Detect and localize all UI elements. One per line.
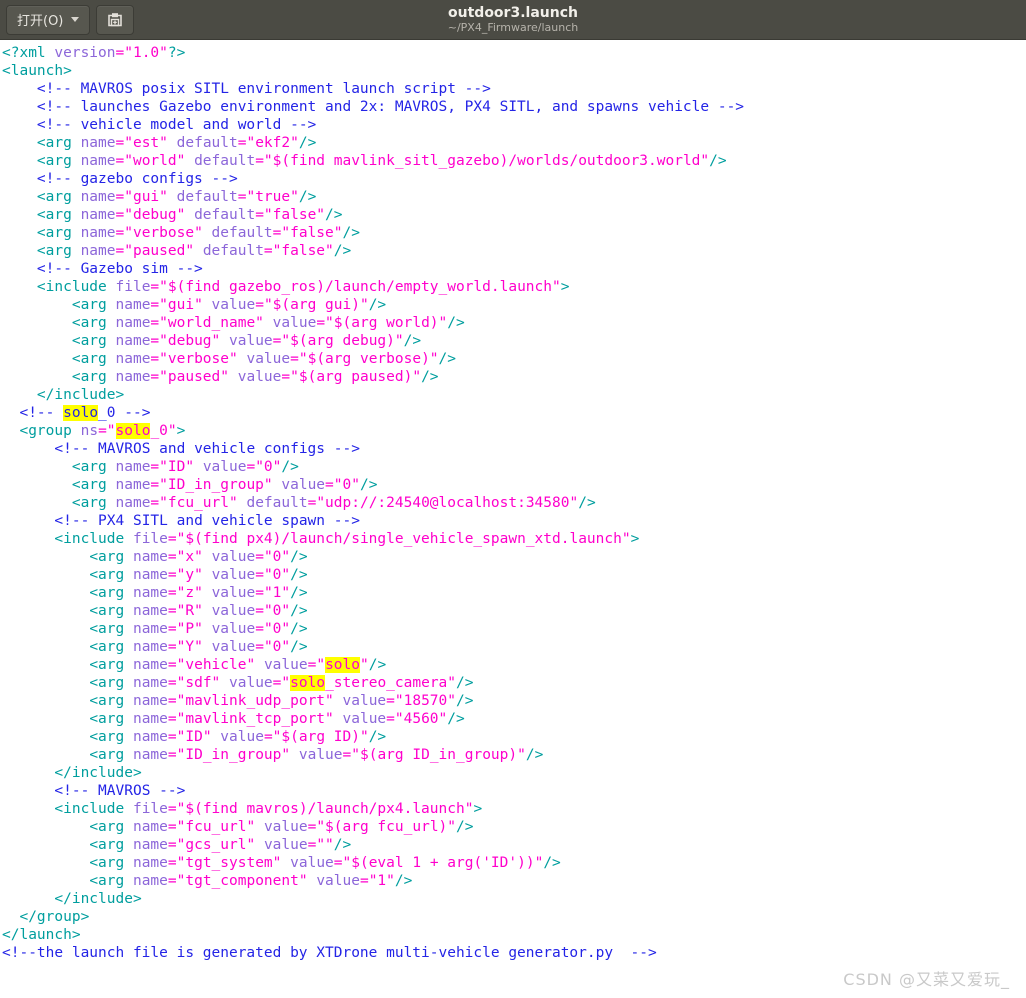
code-line: <arg name="tgt_component" value="1"/> bbox=[89, 873, 413, 889]
window-subtitle-path: ~/PX4_Firmware/launch bbox=[447, 20, 579, 34]
code-line: <group ns="solo_0"> bbox=[19, 423, 186, 439]
code-line: </group> bbox=[19, 909, 90, 925]
code-line: <arg name="verbose" default="false"/> bbox=[36, 225, 360, 241]
code-line: <arg name="paused" default="false"/> bbox=[36, 243, 352, 259]
code-line: <include file="$(find px4)/launch/single… bbox=[54, 531, 640, 547]
code-line: <launch> bbox=[2, 63, 72, 79]
code-line: <arg name="tgt_system" value="$(eval 1 +… bbox=[89, 855, 561, 871]
code-line: <arg name="debug" value="$(arg debug)"/> bbox=[71, 333, 422, 349]
code-line: <arg name="P" value="0"/> bbox=[89, 621, 308, 637]
code-line: <arg name="world" default="$(find mavlin… bbox=[36, 153, 727, 169]
code-line: <arg name="gcs_url" value=""/> bbox=[89, 837, 352, 853]
code-line: <!-- MAVROS and vehicle configs --> bbox=[54, 441, 360, 457]
save-file-button[interactable] bbox=[96, 4, 135, 35]
code-line: <arg name="ID" value="$(arg ID)"/> bbox=[89, 729, 387, 745]
code-line: </launch> bbox=[2, 927, 81, 943]
code-line: <arg name="vehicle" value="solo"/> bbox=[89, 657, 387, 673]
code-line: <!-- launches Gazebo environment and 2x:… bbox=[36, 99, 745, 115]
code-line: </include> bbox=[54, 891, 142, 907]
code-line: <!-- MAVROS --> bbox=[54, 783, 186, 799]
titlebar-title-block: outdoor3.launch ~/PX4_Firmware/launch bbox=[0, 0, 1026, 39]
code-line: </include> bbox=[36, 387, 125, 403]
code-line: <!-- gazebo configs --> bbox=[36, 171, 238, 187]
xml-source-code[interactable]: <?xml version="1.0"?> <launch> <!-- MAVRO… bbox=[0, 44, 1026, 962]
csdn-watermark: CSDN @又菜又爱玩_ bbox=[843, 970, 1010, 989]
code-line: <arg name="sdf" value="solo_stereo_camer… bbox=[89, 675, 474, 691]
code-line: <!-- MAVROS posix SITL environment launc… bbox=[36, 81, 491, 97]
code-line: <arg name="fcu_url" value="$(arg fcu_url… bbox=[89, 819, 474, 835]
code-line: <arg name="world_name" value="$(arg worl… bbox=[71, 315, 465, 331]
text-editor-area[interactable]: <?xml version="1.0"?> <launch> <!-- MAVRO… bbox=[0, 40, 1026, 998]
code-line: <!-- Gazebo sim --> bbox=[36, 261, 203, 277]
code-line: <!-- solo_0 --> bbox=[19, 405, 151, 421]
code-line: <arg name="Y" value="0"/> bbox=[89, 639, 308, 655]
code-line: <arg name="ID" value="0"/> bbox=[71, 459, 299, 475]
code-line: <arg name="mavlink_tcp_port" value="4560… bbox=[89, 711, 465, 727]
code-line: <include file="$(find mavros)/launch/px4… bbox=[54, 801, 483, 817]
code-line: <arg name="verbose" value="$(arg verbose… bbox=[71, 351, 457, 367]
open-button-label: 打开(O) bbox=[17, 14, 64, 29]
window-title: outdoor3.launch bbox=[448, 4, 578, 21]
code-line: <arg name="R" value="0"/> bbox=[89, 603, 308, 619]
code-line: <arg name="debug" default="false"/> bbox=[36, 207, 343, 223]
chevron-down-icon bbox=[71, 17, 80, 22]
code-line: <arg name="gui" default="true"/> bbox=[36, 189, 317, 205]
code-line: <arg name="ID_in_group" value="0"/> bbox=[71, 477, 378, 493]
code-line: <arg name="fcu_url" default="udp://:2454… bbox=[71, 495, 596, 511]
title-bar: 打开(O) outdoor3.launch ~/PX4_Firmware/lau… bbox=[0, 0, 1026, 40]
code-line: <?xml version="1.0"?> bbox=[2, 45, 186, 61]
code-line: <include file="$(find gazebo_ros)/launch… bbox=[36, 279, 570, 295]
code-line: <arg name="gui" value="$(arg gui)"/> bbox=[71, 297, 387, 313]
code-line: <!-- PX4 SITL and vehicle spawn --> bbox=[54, 513, 360, 529]
code-line: <!--the launch file is generated by XTDr… bbox=[2, 945, 657, 961]
titlebar-left-controls: 打开(O) bbox=[0, 4, 135, 35]
code-line: </include> bbox=[54, 765, 142, 781]
code-line: <arg name="z" value="1"/> bbox=[89, 585, 308, 601]
code-line: <!-- vehicle model and world --> bbox=[36, 117, 317, 133]
save-floppy-plus-icon bbox=[108, 12, 123, 26]
code-line: <arg name="x" value="0"/> bbox=[89, 549, 308, 565]
code-line: <arg name="ID_in_group" value="$(arg ID_… bbox=[89, 747, 544, 763]
code-line: <arg name="mavlink_udp_port" value="1857… bbox=[89, 693, 474, 709]
code-line: <arg name="paused" value="$(arg paused)"… bbox=[71, 369, 439, 385]
code-line: <arg name="y" value="0"/> bbox=[89, 567, 308, 583]
code-line: <arg name="est" default="ekf2"/> bbox=[36, 135, 317, 151]
open-file-button[interactable]: 打开(O) bbox=[6, 4, 91, 35]
